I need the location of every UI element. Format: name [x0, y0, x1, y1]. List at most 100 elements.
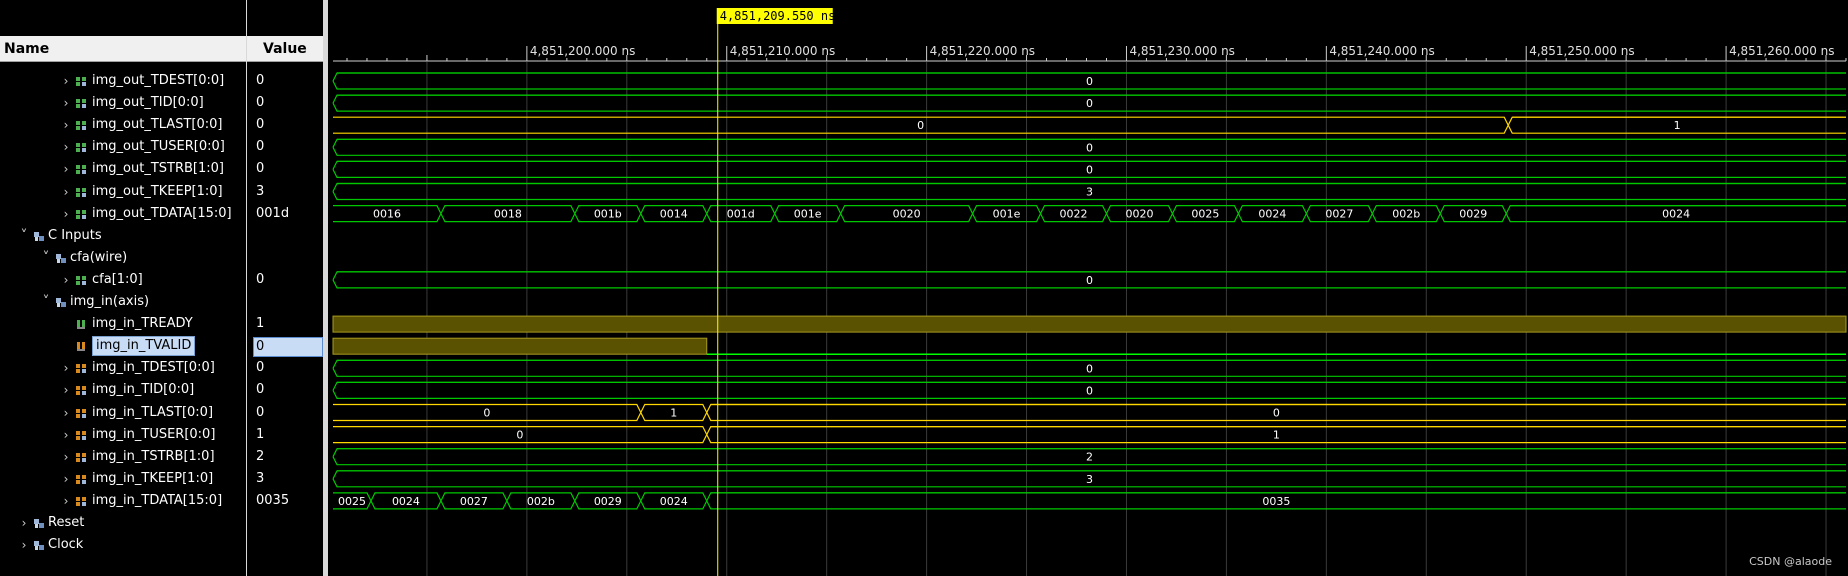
- expand-chevron-icon[interactable]: ›: [60, 446, 72, 468]
- signal-value: 1: [256, 316, 265, 332]
- expand-chevron-icon[interactable]: ›: [60, 424, 72, 446]
- signal-row-img-in-axis[interactable]: ˅ img_in(axis): [0, 291, 323, 313]
- bus-signal-icon: [76, 121, 86, 131]
- expand-chevron-icon[interactable]: ›: [60, 379, 72, 401]
- expand-chevron-icon[interactable]: ›: [60, 357, 72, 379]
- expand-chevron-icon[interactable]: ›: [60, 181, 72, 203]
- bus-signal-icon: [76, 143, 86, 153]
- waveform-view[interactable]: 4,851,200.000 ns 4,851,210.000 ns 4,851,22…: [328, 0, 1848, 576]
- signal-row-img-in-tstrb-1-0[interactable]: › img_in_TSTRB[1:0] 2: [0, 446, 323, 468]
- signal-row-reset[interactable]: › Reset: [0, 512, 323, 534]
- signal-value: 1: [256, 426, 265, 442]
- wave-value-label: 0: [1273, 407, 1280, 420]
- value-column-header[interactable]: Value: [247, 36, 323, 62]
- wave-value-label: 0: [1086, 163, 1093, 176]
- signal-name: img_in_TSTRB[1:0]: [92, 448, 215, 464]
- wave-value-label: 0027: [1325, 208, 1353, 221]
- bus-signal-icon: [76, 430, 86, 440]
- signal-row-cfa-wire[interactable]: ˅ cfa(wire): [0, 247, 323, 269]
- bus-signal-icon: [76, 496, 86, 506]
- wave-high-level: [332, 315, 1847, 333]
- signal-value: 0: [256, 360, 265, 376]
- expand-chevron-icon[interactable]: ›: [60, 158, 72, 180]
- signal-name: img_in_TVALID: [92, 336, 196, 357]
- signal-row-img-in-tkeep-1-0[interactable]: › img_in_TKEEP[1:0] 3: [0, 468, 323, 490]
- bus-signal-icon: [76, 364, 86, 374]
- collapse-chevron-icon[interactable]: ˅: [40, 291, 52, 313]
- signal-name: img_out_TLAST[0:0]: [92, 117, 223, 133]
- signal-row-cfa-1-0[interactable]: › cfa[1:0] 0: [0, 269, 323, 291]
- wave-high-level: [332, 337, 708, 355]
- watermark: CSDN @alaode: [1749, 555, 1832, 568]
- signal-row-img-in-tvalid[interactable]: img_in_TVALID 0: [0, 335, 323, 358]
- expand-chevron-icon[interactable]: ›: [60, 468, 72, 490]
- expand-chevron-icon[interactable]: ›: [60, 92, 72, 114]
- signal-row-clock[interactable]: › Clock: [0, 534, 323, 556]
- collapse-chevron-icon[interactable]: ˅: [18, 225, 30, 247]
- signal-row-img-out-tdata-15-0[interactable]: › img_out_TDATA[15:0] 001d: [0, 203, 323, 225]
- signal-row-img-out-tdest-0-0[interactable]: › img_out_TDEST[0:0] 0: [0, 70, 323, 92]
- expand-chevron-icon[interactable]: ›: [60, 490, 72, 512]
- signal-row-img-in-tready[interactable]: img_in_TREADY 1: [0, 313, 323, 335]
- bus-signal-icon: [76, 452, 86, 462]
- time-tick-label: 4,851,210.000 ns: [730, 44, 835, 58]
- wave-value-label: 0: [917, 119, 924, 132]
- expand-chevron-icon[interactable]: ›: [18, 512, 30, 534]
- signal-name: img_out_TID[0:0]: [92, 95, 204, 111]
- expand-chevron-icon[interactable]: ›: [60, 402, 72, 424]
- signal-value: 0: [256, 73, 265, 88]
- wave-value-label: 0016: [373, 208, 401, 221]
- signal-row-img-in-tlast-0-0[interactable]: › img_in_TLAST[0:0] 0: [0, 402, 323, 424]
- signal-value: 0: [256, 117, 265, 133]
- wave-value-label: 0: [1086, 141, 1093, 154]
- expand-chevron-icon[interactable]: ›: [60, 70, 72, 92]
- wave-value-label: 0: [1086, 362, 1093, 375]
- signal-name: img_in_TDEST[0:0]: [92, 360, 215, 376]
- signal-name: Reset: [48, 515, 85, 530]
- signal-name: img_out_TDEST[0:0]: [92, 73, 225, 88]
- wave-value-label: 0024: [392, 495, 420, 508]
- signal-row-img-in-tdest-0-0[interactable]: › img_in_TDEST[0:0] 0: [0, 357, 323, 379]
- wave-value-label: 0: [1086, 97, 1093, 110]
- cursor-time-label: 4,851,209.550 ns: [720, 9, 836, 23]
- wave-value-label: 0025: [338, 495, 366, 508]
- signal-name: cfa(wire): [70, 249, 128, 265]
- bus-signal-icon: [76, 209, 86, 219]
- wave-value-label: 0029: [1459, 208, 1487, 221]
- collapse-chevron-icon[interactable]: ˅: [40, 247, 52, 269]
- signal-row-img-in-tid-0-0[interactable]: › img_in_TID[0:0] 0: [0, 379, 323, 401]
- signal-value: 0: [256, 139, 265, 155]
- wave-value-label: 0024: [660, 495, 688, 508]
- signal-row-c-inputs[interactable]: ˅ C Inputs: [0, 225, 323, 247]
- signal-row-img-out-tid-0-0[interactable]: › img_out_TID[0:0] 0: [0, 92, 323, 114]
- group-folder-icon: [34, 231, 44, 241]
- bus-signal-icon: [76, 474, 86, 484]
- signal-value: 001d: [256, 205, 290, 221]
- wave-value-label: 3: [1086, 473, 1093, 486]
- bus-signal-icon: [76, 408, 86, 418]
- signal-row-img-out-tstrb-1-0[interactable]: › img_out_TSTRB[1:0] 0: [0, 158, 323, 180]
- wave-value-label: 001e: [794, 208, 822, 221]
- signal-value: 0: [256, 404, 265, 420]
- value-header-label: Value: [263, 41, 307, 57]
- signal-row-img-in-tuser-0-0[interactable]: › img_in_TUSER[0:0] 1: [0, 424, 323, 446]
- wave-value-label: 0: [1086, 75, 1093, 88]
- signal-row-img-out-tlast-0-0[interactable]: › img_out_TLAST[0:0] 0: [0, 114, 323, 136]
- signal-name: img_out_TKEEP[1:0]: [92, 183, 223, 199]
- expand-chevron-icon[interactable]: ›: [60, 269, 72, 291]
- signal-name: img_in_TKEEP[1:0]: [92, 470, 214, 486]
- expand-chevron-icon[interactable]: ›: [60, 114, 72, 136]
- time-tick-label: 4,851,200.000 ns: [530, 44, 635, 58]
- expand-chevron-icon[interactable]: ›: [18, 534, 30, 556]
- group-folder-icon: [34, 541, 44, 551]
- bus-signal-icon: [76, 165, 86, 175]
- name-column-header[interactable]: Name: [0, 36, 246, 62]
- wave-value-label: 001d: [727, 208, 755, 221]
- expand-chevron-icon[interactable]: ›: [60, 136, 72, 158]
- signal-row-img-out-tuser-0-0[interactable]: › img_out_TUSER[0:0] 0: [0, 136, 323, 158]
- signal-name: img_out_TSTRB[1:0]: [92, 161, 224, 177]
- wave-value-label: 0024: [1258, 208, 1286, 221]
- expand-chevron-icon[interactable]: ›: [60, 203, 72, 225]
- signal-row-img-in-tdata-15-0[interactable]: › img_in_TDATA[15:0] 0035: [0, 490, 323, 512]
- signal-row-img-out-tkeep-1-0[interactable]: › img_out_TKEEP[1:0] 3: [0, 181, 323, 203]
